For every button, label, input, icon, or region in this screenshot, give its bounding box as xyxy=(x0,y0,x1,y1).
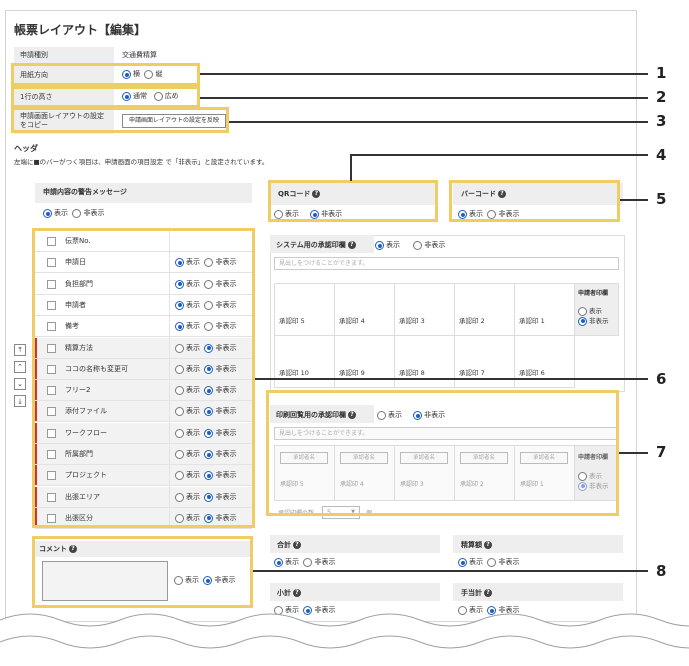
system-stamp-heading-input[interactable]: 見出しをつけることができます。 xyxy=(274,257,619,270)
help-icon[interactable]: ? xyxy=(347,241,356,249)
callout-line-6 xyxy=(255,378,648,380)
move-up-button[interactable]: ⌃ xyxy=(14,361,26,373)
help-icon[interactable]: ? xyxy=(293,589,301,597)
highlight-box-3 xyxy=(11,107,229,133)
system-stamp-radio[interactable]: 表示 非表示 xyxy=(375,240,445,252)
stamp-cell-label: 承認印 1 xyxy=(519,317,545,325)
settle-radio[interactable]: 表示 非表示 xyxy=(458,557,519,569)
move-top-button[interactable]: ⤒ xyxy=(14,344,26,356)
callout-number-4: 4 xyxy=(656,146,667,164)
stamp-cell-label: 承認印 3 xyxy=(399,317,425,325)
total-title: 合計? xyxy=(277,541,301,549)
stamp-cell-label: 承認印 4 xyxy=(339,317,365,325)
callout-line-8 xyxy=(253,570,648,572)
highlight-box-8 xyxy=(32,536,253,608)
callout-number-8: 8 xyxy=(656,562,667,580)
callout-number-5: 5 xyxy=(656,190,667,208)
applicant-stamp-label: 申請者印欄 xyxy=(578,290,609,297)
stamp-cell: 承認印 7 xyxy=(454,335,515,388)
form-type-value: 交通費精算 xyxy=(122,51,157,59)
callout-line-1 xyxy=(200,73,648,75)
callout-line-4-vertical xyxy=(350,154,352,181)
callout-line-7 xyxy=(619,452,648,454)
stamp-cell-label: 承認印 2 xyxy=(459,317,485,325)
warning-message-title: 申請内容の警告メッセージ xyxy=(43,188,127,196)
stamp-cell-label: 承認印 6 xyxy=(519,369,545,377)
stamp-cell: 承認印 5 xyxy=(274,283,335,336)
callout-number-6: 6 xyxy=(656,370,667,388)
stamp-cell: 承認印 1 xyxy=(514,283,575,336)
stamp-cell: 承認印 8 xyxy=(394,335,455,388)
highlight-box-1 xyxy=(11,63,200,86)
stamp-cell: 承認印 9 xyxy=(334,335,395,388)
stamp-cell-label: 承認印 9 xyxy=(339,369,365,377)
applicant-stamp-cell: 申請者印欄表示 非表示 xyxy=(574,283,619,336)
allowance-title: 手当計? xyxy=(461,589,492,597)
stamp-cell: 承認印 2 xyxy=(454,283,515,336)
help-icon[interactable]: ? xyxy=(293,541,301,549)
header-section-title: ヘッダ xyxy=(14,144,38,153)
help-icon[interactable]: ? xyxy=(484,589,492,597)
move-bottom-button[interactable]: ⤓ xyxy=(14,395,26,407)
torn-edge-decoration xyxy=(0,613,689,666)
callout-number-1: 1 xyxy=(656,64,667,82)
help-icon[interactable]: ? xyxy=(484,541,492,549)
page-title: 帳票レイアウト【編集】 xyxy=(14,23,147,37)
stamp-cell: 承認印 10 xyxy=(274,335,335,388)
subtotal-title: 小計? xyxy=(277,589,301,597)
stamp-cell: 承認印 6 xyxy=(514,335,575,388)
highlight-box-2 xyxy=(11,86,200,108)
system-stamp-grid: 承認印 5 承認印 4 承認印 3 承認印 2 承認印 1 承認印 10 承認印 9 承認印 … xyxy=(274,283,619,389)
callout-number-2: 2 xyxy=(656,88,667,106)
stamp-cell-label: 承認印 7 xyxy=(459,369,485,377)
callout-line-2 xyxy=(200,97,648,99)
callout-line-5 xyxy=(620,199,648,201)
highlight-box-4 xyxy=(268,180,438,222)
highlight-box-5 xyxy=(449,180,620,222)
stamp-cell-label: 承認印 5 xyxy=(279,317,305,325)
settle-title: 精算額? xyxy=(461,541,492,549)
callout-number-3: 3 xyxy=(656,112,667,130)
stamp-cell-label: 承認印 10 xyxy=(279,369,309,377)
system-stamp-title: システム用の承認印欄? xyxy=(276,241,356,249)
callout-number-7: 7 xyxy=(656,443,667,461)
hidden-bar-note: 左端に■のバーがつく項目は、申請画面の項目設定 で「非表示」と設定されています。 xyxy=(14,158,269,166)
callout-line-4 xyxy=(350,154,648,156)
callout-line-3 xyxy=(229,121,648,123)
stamp-cell: 承認印 3 xyxy=(394,283,455,336)
warning-message-radio[interactable]: 表示 非表示 xyxy=(43,208,104,220)
stamp-cell: 承認印 4 xyxy=(334,283,395,336)
total-radio[interactable]: 表示 非表示 xyxy=(274,557,335,569)
highlight-box-7 xyxy=(266,390,619,516)
form-type-label: 申請種別 xyxy=(20,51,48,59)
highlight-box-6 xyxy=(32,228,255,528)
move-down-button[interactable]: ⌄ xyxy=(14,378,26,390)
applicant-stamp-radio[interactable]: 表示 非表示 xyxy=(578,306,609,326)
stamp-cell-label: 承認印 8 xyxy=(399,369,425,377)
